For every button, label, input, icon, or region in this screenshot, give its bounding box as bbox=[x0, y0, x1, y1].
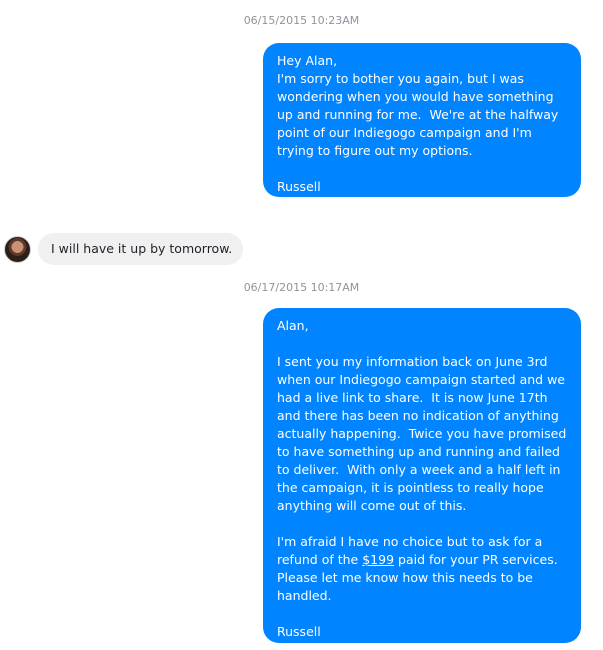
outgoing-message-bubble[interactable]: Alan, I sent you my information back on … bbox=[263, 308, 581, 643]
message-paragraph: I'm afraid I have no choice but to ask f… bbox=[277, 533, 567, 605]
message-greeting: Alan, bbox=[277, 318, 309, 333]
message-body: I'm sorry to bother you again, but I was… bbox=[277, 71, 563, 158]
message-signature: Russell bbox=[277, 179, 321, 194]
message-signature: Russell bbox=[277, 624, 321, 639]
message-paragraph: I sent you my information back on June 3… bbox=[277, 354, 571, 513]
message-thread: 06/15/2015 10:23AM Hey Alan, I'm sorry t… bbox=[0, 0, 603, 650]
timestamp: 06/15/2015 10:23AM bbox=[243, 14, 360, 27]
incoming-message-bubble[interactable]: I will have it up by tomorrow. bbox=[38, 233, 244, 265]
avatar[interactable] bbox=[4, 235, 31, 263]
timestamp: 06/17/2015 10:17AM bbox=[243, 281, 360, 294]
message-greeting: Hey Alan, bbox=[277, 53, 338, 68]
amount-link[interactable]: $199 bbox=[362, 552, 394, 567]
outgoing-message-bubble[interactable]: Hey Alan, I'm sorry to bother you again,… bbox=[263, 43, 581, 197]
incoming-message-row: I will have it up by tomorrow. bbox=[4, 233, 244, 265]
